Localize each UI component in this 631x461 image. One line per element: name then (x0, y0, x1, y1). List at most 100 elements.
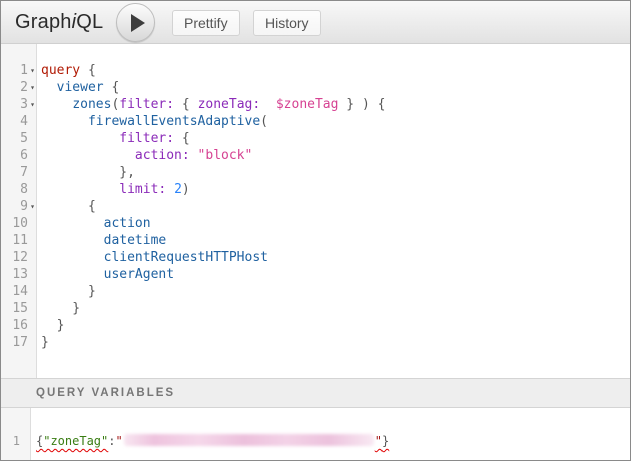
fold-spacer (28, 249, 37, 266)
line-number: 13 (1, 266, 28, 283)
code-text: } (37, 300, 80, 317)
code-text: filter: { (37, 130, 190, 147)
line-number: 2 (1, 79, 28, 96)
line-gutter: 11 (1, 232, 37, 249)
code-text: firewallEventsAdaptive( (37, 113, 268, 130)
code-line: 16 } (1, 317, 630, 334)
query-code: 1▾query {2▾ viewer {3▾ zones(filter: { z… (1, 62, 630, 351)
code-line: 12 clientRequestHTTPHost (1, 249, 630, 266)
code-text: } (37, 317, 64, 334)
line-gutter: 3▾ (1, 96, 37, 113)
variables-editor[interactable]: 1{"zoneTag":""} (1, 408, 630, 460)
code-line: 4 firewallEventsAdaptive( (1, 113, 630, 130)
line-number: 11 (1, 232, 28, 249)
line-number: 10 (1, 215, 28, 232)
code-text: action: "block" (37, 147, 252, 164)
code-line: 5 filter: { (1, 130, 630, 147)
fold-spacer (28, 130, 37, 147)
line-number: 1 (1, 434, 31, 449)
fold-spacer (28, 232, 37, 249)
code-line: 7 }, (1, 164, 630, 181)
line-gutter: 9▾ (1, 198, 37, 215)
line-gutter: 10 (1, 215, 37, 232)
line-gutter: 12 (1, 249, 37, 266)
query-editor[interactable]: 1▾query {2▾ viewer {3▾ zones(filter: { z… (1, 44, 630, 378)
line-gutter: 2▾ (1, 79, 37, 96)
query-variables-header[interactable]: QUERY VARIABLES (1, 378, 630, 408)
code-text: }, (37, 164, 135, 181)
code-text: } (37, 283, 96, 300)
graphiql-app: GraphiQL Prettify History 1▾query {2▾ vi… (0, 0, 631, 461)
code-line: 8 limit: 2) (1, 181, 630, 198)
line-number: 8 (1, 181, 28, 198)
fold-spacer (28, 181, 37, 198)
code-line: 6 action: "block" (1, 147, 630, 164)
line-number: 7 (1, 164, 28, 181)
redacted-zone-tag-value (124, 434, 374, 446)
fold-spacer (28, 334, 37, 351)
code-line: 11 datetime (1, 232, 630, 249)
code-text: { (37, 198, 96, 215)
prettify-button[interactable]: Prettify (172, 10, 240, 36)
line-number: 4 (1, 113, 28, 130)
line-gutter: 13 (1, 266, 37, 283)
code-text: query { (37, 62, 96, 79)
code-text: } (37, 334, 49, 351)
code-line: 17} (1, 334, 630, 351)
fold-arrow-icon[interactable]: ▾ (28, 62, 37, 79)
line-gutter: 15 (1, 300, 37, 317)
fold-spacer (28, 113, 37, 130)
code-line: 2▾ viewer { (1, 79, 630, 96)
code-text: viewer { (37, 79, 119, 96)
fold-spacer (28, 300, 37, 317)
code-line: 14 } (1, 283, 630, 300)
code-line: 9▾ { (1, 198, 630, 215)
line-gutter: 7 (1, 164, 37, 181)
code-text: limit: 2) (37, 181, 190, 198)
code-text: datetime (37, 232, 166, 249)
line-gutter: 6 (1, 147, 37, 164)
line-gutter: 4 (1, 113, 37, 130)
line-number: 17 (1, 334, 28, 351)
fold-arrow-icon[interactable]: ▾ (28, 96, 37, 113)
query-variables-title: QUERY VARIABLES (36, 387, 175, 399)
line-gutter: 17 (1, 334, 37, 351)
logo-text: Graph (15, 11, 72, 34)
graphiql-logo: GraphiQL (15, 1, 103, 43)
line-gutter: 1▾ (1, 62, 37, 79)
code-line: 13 userAgent (1, 266, 630, 283)
play-icon (131, 14, 145, 32)
line-number: 15 (1, 300, 28, 317)
line-number: 5 (1, 130, 28, 147)
code-line: 1▾query { (1, 62, 630, 79)
code-line: 15 } (1, 300, 630, 317)
fold-arrow-icon[interactable]: ▾ (28, 79, 37, 96)
fold-arrow-icon[interactable]: ▾ (28, 198, 37, 215)
code-text: action (37, 215, 151, 232)
line-number: 9 (1, 198, 28, 215)
fold-spacer (28, 147, 37, 164)
line-number: 16 (1, 317, 28, 334)
line-number: 6 (1, 147, 28, 164)
fold-spacer (28, 317, 37, 334)
line-number: 3 (1, 96, 28, 113)
code-line: 3▾ zones(filter: { zoneTag: $zoneTag } )… (1, 96, 630, 113)
line-gutter: 8 (1, 181, 37, 198)
line-gutter: 5 (1, 130, 37, 147)
history-button[interactable]: History (253, 10, 321, 36)
code-text: clientRequestHTTPHost (37, 249, 268, 266)
code-text: userAgent (37, 266, 174, 283)
execute-button[interactable] (116, 3, 155, 42)
line-number: 12 (1, 249, 28, 266)
line-number: 1 (1, 62, 28, 79)
fold-spacer (28, 283, 37, 300)
logo-text: QL (76, 11, 103, 34)
line-gutter: 16 (1, 317, 37, 334)
code-line: 10 action (1, 215, 630, 232)
fold-spacer (28, 164, 37, 181)
code-line: 1{"zoneTag":""} (1, 434, 630, 449)
toolbar: GraphiQL Prettify History (1, 1, 630, 44)
code-text: {"zoneTag":""} (31, 434, 389, 449)
code-text: zones(filter: { zoneTag: $zoneTag } ) { (37, 96, 385, 113)
line-gutter: 14 (1, 283, 37, 300)
